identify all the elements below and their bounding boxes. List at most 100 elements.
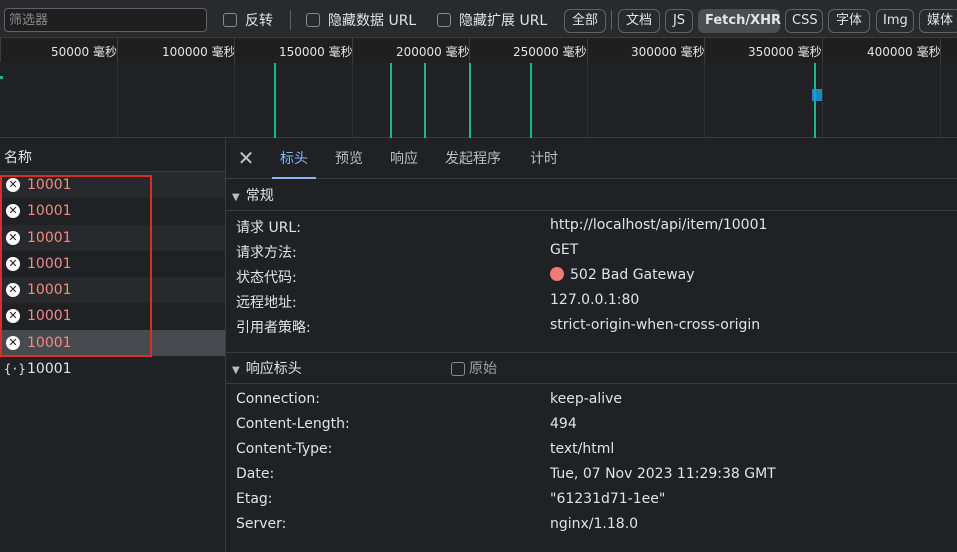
timeline-gridline bbox=[704, 62, 705, 138]
request-row[interactable]: ✕ 10001 bbox=[0, 224, 225, 251]
raw-headers-label: 原始 bbox=[469, 361, 497, 377]
error-icon: ✕ bbox=[6, 283, 20, 298]
collapse-triangle-icon: ▼ bbox=[232, 192, 240, 203]
timeline-gridline bbox=[587, 62, 588, 138]
type-filter-font[interactable]: 字体 bbox=[828, 9, 870, 33]
response-headers-section-title: 响应标头 bbox=[245, 361, 302, 377]
header-key: 远程地址: bbox=[236, 295, 297, 311]
hide-data-url-checkbox[interactable] bbox=[306, 13, 320, 27]
tab-response[interactable]: 响应 bbox=[382, 139, 426, 179]
request-row[interactable]: ✕ 10001 bbox=[0, 303, 225, 330]
response-headers-section-header[interactable]: ▼ 响应标头 原始 bbox=[226, 354, 957, 384]
header-value: 502 Bad Gateway bbox=[550, 267, 695, 283]
timeline-tick-label: 200000 毫秒 bbox=[396, 45, 470, 59]
error-icon: ✕ bbox=[6, 309, 20, 324]
toolbar-divider bbox=[611, 10, 612, 30]
timeline-request-bar bbox=[530, 63, 532, 138]
request-name: 10001 bbox=[27, 334, 72, 351]
error-icon: ✕ bbox=[6, 178, 20, 192]
header-key: Content-Length: bbox=[236, 416, 350, 432]
request-row[interactable]: ✕ 10001 bbox=[0, 277, 225, 304]
column-header-name[interactable]: 名称 bbox=[0, 139, 225, 172]
request-name: 10001 bbox=[27, 229, 72, 246]
timeline-gridline bbox=[940, 62, 941, 138]
timeline-tick-label: 250000 毫秒 bbox=[513, 45, 587, 59]
tab-preview[interactable]: 预览 bbox=[327, 139, 371, 179]
error-icon: ✕ bbox=[6, 335, 20, 350]
header-value: 494 bbox=[550, 416, 577, 432]
filter-toolbar: 反转 隐藏数据 URL 隐藏扩展 URL 全部 文档 JS Fetch/XHR … bbox=[0, 0, 957, 38]
error-icon: ✕ bbox=[6, 204, 20, 219]
request-row[interactable]: ✕ 10001 bbox=[0, 329, 225, 357]
header-key: 请求方法: bbox=[236, 245, 297, 261]
invert-label: 反转 bbox=[245, 13, 273, 29]
header-value: nginx/1.18.0 bbox=[550, 516, 639, 532]
request-row[interactable]: {·} 10001 bbox=[0, 356, 225, 383]
type-filter-doc[interactable]: 文档 bbox=[618, 9, 660, 33]
type-filter-img[interactable]: Img bbox=[876, 9, 914, 33]
fetch-icon: {·} bbox=[4, 362, 26, 377]
error-icon: ✕ bbox=[6, 256, 20, 271]
filter-input[interactable] bbox=[4, 8, 207, 32]
header-value: Tue, 07 Nov 2023 11:29:38 GMT bbox=[550, 466, 776, 482]
general-section-title: 常规 bbox=[245, 188, 274, 204]
timeline-tick-label: 400000 毫秒 bbox=[867, 45, 941, 59]
timeline-gridline bbox=[234, 62, 235, 138]
timeline-gridline bbox=[352, 62, 353, 138]
request-row[interactable]: ✕ 10001 bbox=[0, 198, 225, 225]
header-value: http://localhost/api/item/10001 bbox=[550, 217, 768, 233]
request-name: 10001 bbox=[27, 177, 72, 193]
header-value: 127.0.0.1:80 bbox=[550, 292, 640, 308]
timeline-request-bar bbox=[469, 63, 471, 138]
tab-initiator[interactable]: 发起程序 bbox=[437, 139, 509, 179]
timeline-tick-label: 350000 毫秒 bbox=[748, 45, 822, 59]
tab-headers[interactable]: 标头 bbox=[272, 139, 316, 179]
request-name: 10001 bbox=[27, 203, 72, 220]
request-detail-pane: ✕ 标头 预览 响应 发起程序 计时 ▼ 常规 请求 URL: http://loc… bbox=[226, 139, 957, 552]
timeline-tick-label: 100000 毫秒 bbox=[162, 45, 236, 59]
type-filter-all[interactable]: 全部 bbox=[564, 9, 606, 33]
timeline-request-mark bbox=[0, 76, 3, 79]
section-divider bbox=[226, 352, 957, 353]
type-filter-css[interactable]: CSS bbox=[785, 9, 823, 33]
status-code-text: 502 Bad Gateway bbox=[570, 267, 695, 283]
header-value: GET bbox=[550, 242, 579, 258]
close-icon[interactable]: ✕ bbox=[234, 147, 258, 171]
timeline-ruler: 50000 毫秒 100000 毫秒 150000 毫秒 200000 毫秒 2… bbox=[0, 38, 957, 62]
timeline-gridline bbox=[822, 62, 823, 138]
hide-ext-url-checkbox[interactable] bbox=[437, 13, 451, 27]
header-value: keep-alive bbox=[550, 391, 623, 407]
general-section-header[interactable]: ▼ 常规 bbox=[226, 181, 957, 211]
header-key: Etag: bbox=[236, 491, 273, 507]
request-name: 10001 bbox=[27, 255, 72, 272]
invert-checkbox[interactable] bbox=[223, 13, 237, 27]
type-filter-media[interactable]: 媒体 bbox=[919, 9, 957, 33]
hide-ext-url-label: 隐藏扩展 URL bbox=[459, 13, 548, 29]
request-row[interactable]: ✕ 10001 bbox=[0, 172, 225, 199]
request-name: 10001 bbox=[27, 282, 72, 299]
header-key: Content-Type: bbox=[236, 441, 333, 457]
timeline-tick-label: 150000 毫秒 bbox=[279, 45, 353, 59]
header-value: strict-origin-when-cross-origin bbox=[550, 317, 761, 333]
header-key: Date: bbox=[236, 466, 275, 482]
toolbar-divider bbox=[290, 10, 291, 30]
header-key: Connection: bbox=[236, 391, 320, 407]
header-key: Server: bbox=[236, 516, 287, 532]
request-name: 10001 bbox=[27, 308, 72, 325]
request-name: 10001 bbox=[27, 361, 72, 378]
raw-headers-checkbox[interactable] bbox=[451, 362, 465, 376]
timeline-overview[interactable]: 50000 毫秒 100000 毫秒 150000 毫秒 200000 毫秒 2… bbox=[0, 38, 957, 138]
hide-data-url-label: 隐藏数据 URL bbox=[328, 13, 417, 29]
request-row[interactable]: ✕ 10001 bbox=[0, 250, 225, 278]
timeline-tick-label: 50000 毫秒 bbox=[51, 45, 117, 59]
status-indicator-icon bbox=[550, 267, 564, 281]
timeline-gridline bbox=[117, 62, 118, 138]
detail-tabbar: ✕ 标头 预览 响应 发起程序 计时 bbox=[226, 139, 957, 179]
type-filter-fetch-xhr[interactable]: Fetch/XHR bbox=[698, 9, 781, 33]
timeline-selected-request bbox=[812, 89, 822, 101]
tab-timing[interactable]: 计时 bbox=[522, 139, 566, 179]
timeline-request-bar bbox=[274, 63, 276, 138]
error-icon: ✕ bbox=[6, 230, 20, 245]
timeline-tick-label: 300000 毫秒 bbox=[631, 45, 705, 59]
type-filter-js[interactable]: JS bbox=[665, 9, 693, 33]
